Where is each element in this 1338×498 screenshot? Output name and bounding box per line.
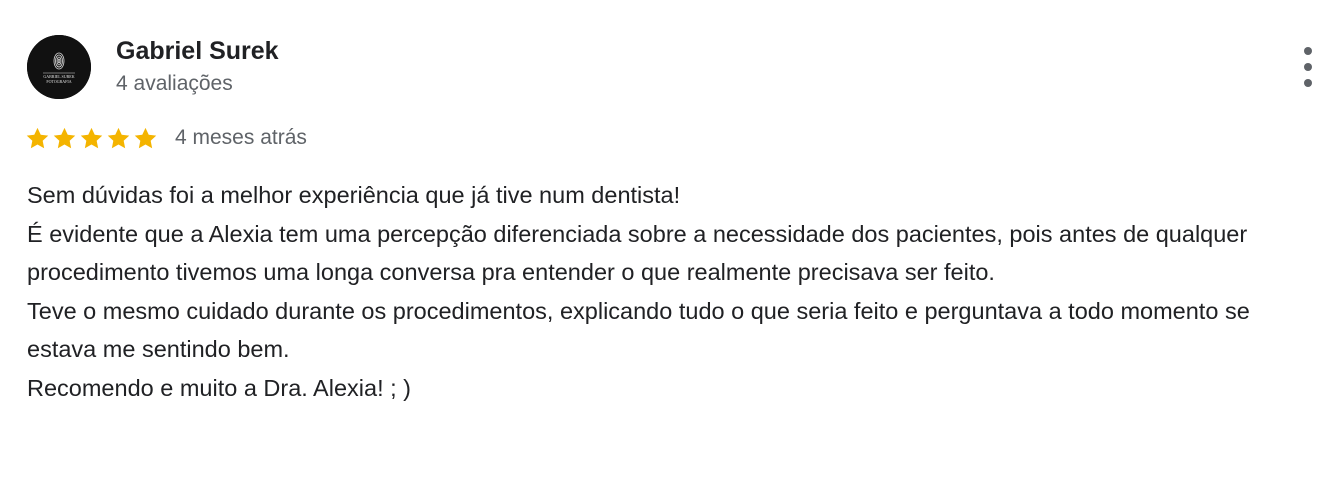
review-paragraph: Recomendo e muito a Dra. Alexia! ; ) xyxy=(27,374,412,401)
star-icon xyxy=(26,127,49,148)
rating-row: 4 meses atrás xyxy=(25,122,307,154)
star-icon xyxy=(134,127,157,148)
review-card: GABRIEL SUREK FOTOGRAFIA Gabriel Surek 4… xyxy=(0,0,1338,498)
avatar-logo: GABRIEL SUREK FOTOGRAFIA xyxy=(27,35,91,99)
star-icon xyxy=(107,127,130,148)
avatar[interactable]: GABRIEL SUREK FOTOGRAFIA xyxy=(27,35,91,99)
more-vert-icon xyxy=(1304,79,1312,87)
more-vert-icon xyxy=(1304,47,1312,55)
review-text: Sem dúvidas foi a melhor experiência que… xyxy=(27,176,1317,407)
review-date: 4 meses atrás xyxy=(175,126,307,149)
more-vert-icon xyxy=(1304,63,1312,71)
star-rating xyxy=(25,126,158,151)
review-paragraph: É evidente que a Alexia tem uma percepçã… xyxy=(27,220,1248,286)
author-review-count: 4 avaliações xyxy=(116,72,233,95)
star-icon xyxy=(53,127,76,148)
star-icon xyxy=(80,127,103,148)
review-paragraph: Teve o mesmo cuidado durante os procedim… xyxy=(27,297,1250,363)
review-paragraph: Sem dúvidas foi a melhor experiência que… xyxy=(27,182,681,208)
author-name[interactable]: Gabriel Surek xyxy=(116,36,279,66)
svg-text:FOTOGRAFIA: FOTOGRAFIA xyxy=(46,79,71,84)
more-options-button[interactable] xyxy=(1294,47,1322,87)
